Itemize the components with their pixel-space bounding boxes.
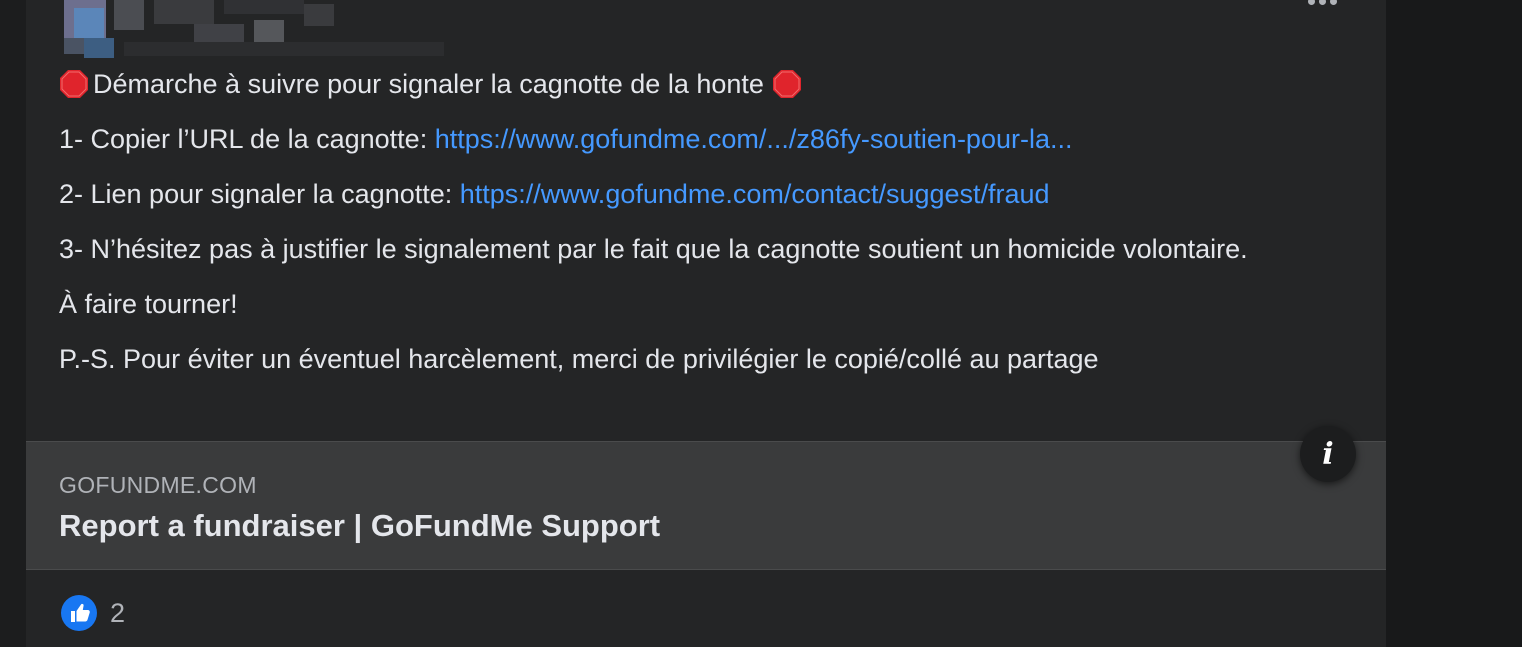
page-right-background [1386,0,1522,647]
page-left-background [0,0,26,647]
step-3-text: 3- N’hésitez pas à justifier le signalem… [59,234,1248,264]
link-preview-domain: GOFUNDME.COM [59,472,257,498]
more-dot [1329,0,1337,5]
link-preview-title: Report a fundraiser | GoFundMe Support [59,508,661,543]
blurred-author-header [64,0,444,62]
step-1-line: 1- Copier l’URL de la cagnotte: https://… [59,119,1319,159]
link-preview-card[interactable]: GOFUNDME.COM Report a fundraiser | GoFun… [26,441,1386,570]
share-text: À faire tourner! [59,289,238,319]
like-icon [61,595,97,631]
stop-sign-icon [772,70,801,98]
post-heading-line: Démarche à suivre pour signaler la cagno… [59,64,1319,104]
post-card: Démarche à suivre pour signaler la cagno… [26,0,1386,647]
report-fraud-link[interactable]: https://www.gofundme.com/contact/suggest… [460,179,1050,209]
ps-text: P.-S. Pour éviter un éventuel harcèlemen… [59,344,1099,374]
post-body: Démarche à suivre pour signaler la cagno… [59,64,1319,394]
info-button[interactable]: i [1300,426,1356,482]
more-dot [1307,0,1315,5]
more-options-button[interactable] [1302,0,1342,8]
stop-sign-icon [60,70,88,98]
reactions-summary[interactable]: 2 [60,594,125,632]
post-heading: Démarche à suivre pour signaler la cagno… [93,69,764,99]
step-1-text: 1- Copier l’URL de la cagnotte: [59,124,435,154]
reaction-count: 2 [110,597,126,628]
step-2-line: 2- Lien pour signaler la cagnotte: https… [59,174,1319,214]
more-dot [1318,0,1326,5]
info-icon: i [1322,436,1334,472]
fundraiser-url-link[interactable]: https://www.gofundme.com/.../z86fy-souti… [435,124,1073,154]
step-2-text: 2- Lien pour signaler la cagnotte: [59,179,460,209]
